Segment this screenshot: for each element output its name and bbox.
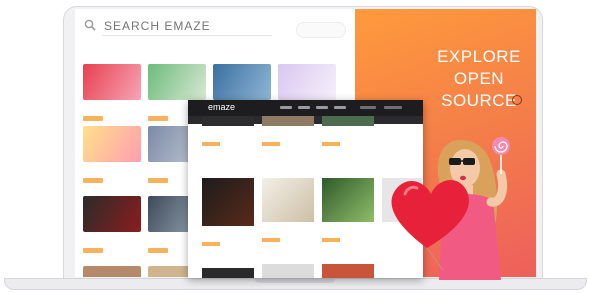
card-use-button[interactable]	[148, 178, 168, 183]
template-card[interactable]	[202, 126, 254, 151]
card-thumbnail	[83, 64, 141, 100]
app-logo[interactable]: emaze	[208, 102, 235, 112]
gallery-card[interactable]	[83, 196, 141, 258]
card-thumbnail	[202, 268, 254, 278]
template-card[interactable]	[202, 178, 254, 251]
nav-item[interactable]	[280, 106, 292, 109]
card-use-button[interactable]	[148, 116, 168, 121]
woman-with-heart-illustration	[391, 137, 510, 280]
template-card[interactable]	[322, 126, 374, 151]
card-use-button[interactable]	[83, 178, 103, 183]
card-use-button[interactable]	[83, 116, 103, 121]
card-use-button[interactable]	[262, 142, 280, 146]
card-thumbnail	[262, 264, 314, 278]
card-title	[322, 128, 374, 133]
card-use-button[interactable]	[322, 238, 340, 242]
card-thumbnail	[83, 196, 141, 232]
card-thumbnail	[213, 64, 271, 100]
search-icon	[84, 19, 96, 31]
search-button[interactable]	[296, 22, 346, 38]
card-use-button[interactable]	[262, 238, 280, 242]
nav-item[interactable]	[334, 106, 346, 109]
card-title	[262, 224, 314, 229]
card-thumbnail	[262, 116, 314, 126]
laptop-notch	[255, 279, 335, 283]
card-title	[83, 235, 141, 240]
gallery-card[interactable]	[83, 266, 141, 277]
card-title	[322, 224, 374, 229]
card-title	[202, 228, 254, 233]
card-use-button[interactable]	[83, 248, 103, 253]
card-use-button[interactable]	[148, 248, 168, 253]
card-use-button[interactable]	[202, 242, 220, 246]
nav-item[interactable]	[316, 106, 328, 109]
search-field[interactable]	[360, 106, 376, 109]
hero-indicator-dot[interactable]	[512, 95, 522, 105]
card-use-button[interactable]	[202, 142, 220, 146]
template-card[interactable]	[322, 178, 374, 247]
card-title	[83, 165, 141, 170]
template-card[interactable]	[262, 126, 314, 151]
search-underline	[102, 35, 272, 36]
card-thumbnail	[262, 178, 314, 222]
gallery-card[interactable]	[83, 126, 141, 188]
card-thumbnail	[278, 64, 336, 100]
card-title	[202, 128, 254, 133]
card-use-button[interactable]	[322, 142, 340, 146]
card-thumbnail	[148, 64, 206, 100]
search-bar	[84, 17, 346, 38]
card-thumbnail	[322, 116, 374, 126]
card-thumbnail	[322, 178, 374, 222]
card-thumbnail	[322, 264, 374, 278]
gallery-card[interactable]	[83, 64, 141, 126]
card-thumbnail	[202, 178, 254, 226]
account-menu[interactable]	[384, 106, 402, 109]
search-input[interactable]	[102, 18, 281, 34]
nav-item[interactable]	[298, 106, 310, 109]
card-thumbnail	[83, 266, 141, 277]
app-header: emaze	[188, 100, 423, 116]
card-title	[262, 128, 314, 133]
card-thumbnail	[202, 116, 254, 126]
card-thumbnail	[83, 126, 141, 162]
template-card[interactable]	[262, 178, 314, 247]
card-title	[83, 103, 141, 108]
